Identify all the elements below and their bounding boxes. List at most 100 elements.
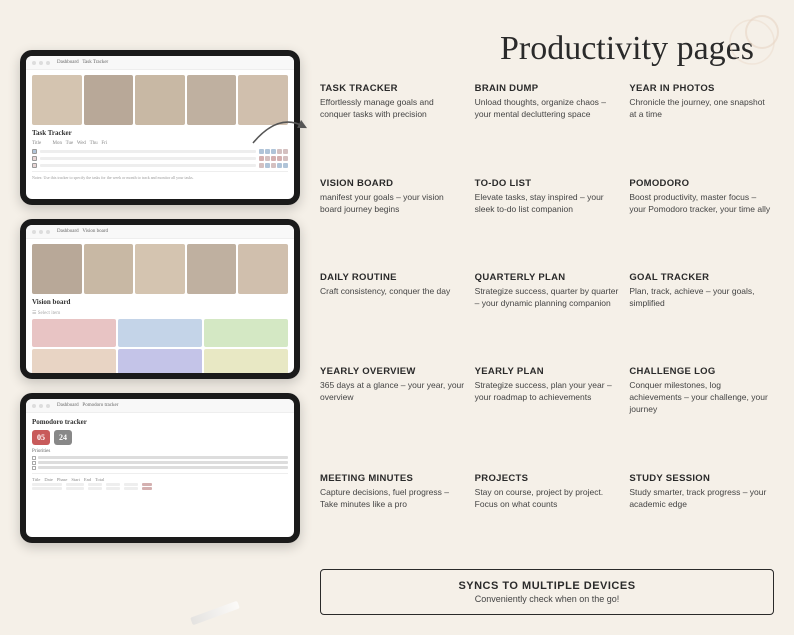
d11: [259, 163, 264, 168]
feature-task-tracker: TASK TRACKER Effortlessly manage goals a…: [320, 83, 465, 169]
feature-quarterly-plan: QUARTERLY PLAN Strategize success, quart…: [475, 272, 620, 358]
vision-photos-row: [32, 244, 288, 294]
vc4: [32, 349, 116, 373]
screen-header-1: Dashboard Task Tracker: [26, 56, 294, 70]
device-pomodoro: Dashboard Pomodoro tracker Pomodoro trac…: [20, 393, 300, 543]
feature-vision-board: VISION BOARD manifest your goals – your …: [320, 178, 465, 264]
d13: [271, 163, 276, 168]
feature-yearly-plan-title: YEARLY PLAN: [475, 366, 620, 377]
feature-meeting-minutes-title: MEETING MINUTES: [320, 473, 465, 484]
feature-yearly-plan-desc: Strategize success, plan your year – you…: [475, 380, 620, 404]
task-row-1: [32, 149, 288, 154]
d7: [265, 156, 270, 161]
photo-4: [187, 75, 237, 125]
feature-brain-dump-title: BRAIN DUMP: [475, 83, 620, 94]
features-column: Productivity pages TASK TRACKER Effortle…: [320, 20, 774, 615]
vp-2: [84, 244, 134, 294]
pomodoro-screen: Dashboard Pomodoro tracker Pomodoro trac…: [26, 399, 294, 537]
pcheck-1: [32, 456, 36, 460]
screen-tab-label: Dashboard Task Tracker: [57, 60, 108, 65]
feature-pomodoro-title: POMODORO: [629, 178, 774, 189]
vp-5: [238, 244, 288, 294]
vision-select: ☰ Select item: [32, 310, 288, 316]
task-check-2: [32, 156, 37, 161]
feature-projects-title: PROJECTS: [475, 473, 620, 484]
feature-projects: PROJECTS Stay on course, project by proj…: [475, 473, 620, 559]
vc1: [32, 319, 116, 347]
syncs-desc: Conveniently check when on the go!: [337, 594, 757, 604]
vc6: [204, 349, 288, 373]
vision-board-content: Vision board ☰ Select item: [26, 239, 294, 373]
pcheck-3: [32, 466, 36, 470]
timer-minutes: 05: [32, 430, 50, 445]
d3: [271, 149, 276, 154]
task-line-1: [40, 150, 256, 153]
feature-yearly-plan: YEARLY PLAN Strategize success, plan you…: [475, 366, 620, 464]
prow-2: [32, 487, 288, 490]
vp-4: [187, 244, 237, 294]
screen-tab-label-2: Dashboard Vision board: [57, 229, 108, 234]
screen-header-2: Dashboard Vision board: [26, 225, 294, 239]
d2: [265, 149, 270, 154]
task-dots-1: [259, 149, 288, 154]
photo-2: [84, 75, 134, 125]
vc5: [118, 349, 202, 373]
feature-task-tracker-title: TASK TRACKER: [320, 83, 465, 94]
d8: [271, 156, 276, 161]
feature-daily-routine: DAILY ROUTINE Craft consistency, conquer…: [320, 272, 465, 358]
feature-to-do-list-title: TO-DO LIST: [475, 178, 620, 189]
feature-year-in-photos: YEAR IN PHOTOS Chronicle the journey, on…: [629, 83, 774, 169]
feature-yearly-overview-title: YEARLY OVERVIEW: [320, 366, 465, 377]
feature-yearly-overview: YEARLY OVERVIEW 365 days at a glance – y…: [320, 366, 465, 464]
task-check-3: [32, 163, 37, 168]
timer-seconds: 24: [54, 430, 72, 445]
feature-daily-routine-title: DAILY ROUTINE: [320, 272, 465, 283]
d14: [277, 163, 282, 168]
feature-challenge-log: CHALLENGE LOG Conquer milestones, log ac…: [629, 366, 774, 464]
priority-row-1: [32, 456, 288, 460]
feature-meeting-minutes: MEETING MINUTES Capture decisions, fuel …: [320, 473, 465, 559]
pomodoro-rows: [32, 483, 288, 490]
d4: [277, 149, 282, 154]
page: Dashboard Task Tracker Task Tracker Titl…: [0, 0, 794, 635]
feature-projects-desc: Stay on course, project by project. Focu…: [475, 487, 620, 511]
feature-pomodoro: POMODORO Boost productivity, master focu…: [629, 178, 774, 264]
feature-goal-tracker-desc: Plan, track, achieve – your goals, simpl…: [629, 286, 774, 310]
vp-3: [135, 244, 185, 294]
task-row-3: [32, 163, 288, 168]
photo-3: [135, 75, 185, 125]
pomodoro-timer: 05 24: [32, 430, 288, 445]
devices-column: Dashboard Task Tracker Task Tracker Titl…: [20, 20, 300, 615]
device-3-label: Pomodoro tracker: [32, 418, 288, 426]
feature-study-session: STUDY SESSION Study smarter, track progr…: [629, 473, 774, 559]
d10: [283, 156, 288, 161]
screen-tab-label-3: Dashboard Pomodoro tracker: [57, 403, 118, 408]
notes-text: Notes: Use this tracker to specify the t…: [32, 175, 288, 181]
feature-yearly-overview-desc: 365 days at a glance – your year, your o…: [320, 380, 465, 404]
d12: [265, 163, 270, 168]
arrow-svg: [248, 108, 308, 148]
feature-year-in-photos-title: YEAR IN PHOTOS: [629, 83, 774, 94]
task-dots-2: [259, 156, 288, 161]
screen-header-3: Dashboard Pomodoro tracker: [26, 399, 294, 413]
task-line-3: [40, 164, 256, 167]
d6: [259, 156, 264, 161]
feature-goal-tracker: GOAL TRACKER Plan, track, achieve – your…: [629, 272, 774, 358]
feature-vision-board-desc: manifest your goals – your vision board …: [320, 192, 465, 216]
feature-brain-dump-desc: Unload thoughts, organize chaos – your m…: [475, 97, 620, 121]
pline-3: [38, 466, 288, 469]
d9: [277, 156, 282, 161]
feature-study-session-title: STUDY SESSION: [629, 473, 774, 484]
feature-brain-dump: BRAIN DUMP Unload thoughts, organize cha…: [475, 83, 620, 169]
divider-1: [32, 171, 288, 172]
d15: [283, 163, 288, 168]
divider-2: [32, 473, 288, 474]
pcheck-2: [32, 461, 36, 465]
feature-to-do-list: TO-DO LIST Elevate tasks, stay inspired …: [475, 178, 620, 264]
pomodoro-table-header: TitleDatePhaseStartEndTotal: [32, 477, 288, 482]
stylus-icon: [190, 601, 240, 626]
priority-row-3: [32, 466, 288, 470]
feature-year-in-photos-desc: Chronicle the journey, one snapshot at a…: [629, 97, 774, 121]
prow-1: [32, 483, 288, 486]
device-2-label: Vision board: [32, 298, 288, 306]
